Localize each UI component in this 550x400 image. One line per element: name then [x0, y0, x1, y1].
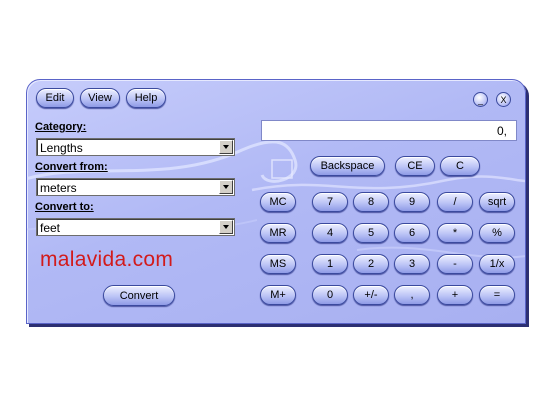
multiply-label: * — [452, 227, 458, 239]
memory-recall-button[interactable]: MR — [260, 223, 296, 243]
memory-add-button[interactable]: M+ — [260, 285, 296, 305]
minus-label: - — [453, 258, 457, 270]
display-value: 0, — [496, 124, 507, 138]
result-display: 0, — [261, 120, 517, 141]
convert-from-dropdown-arrow[interactable] — [219, 180, 233, 194]
key-2-label: 2 — [367, 258, 375, 270]
memory-recall-label: MR — [269, 227, 287, 239]
close-icon: X — [500, 94, 507, 105]
key-8-label: 8 — [367, 196, 375, 208]
key-9-label: 9 — [408, 196, 416, 208]
decimal-label: , — [410, 289, 414, 301]
plus-label: + — [451, 289, 459, 301]
decimal-button[interactable]: , — [394, 285, 430, 305]
plus-button[interactable]: + — [437, 285, 473, 305]
category-label: Category: — [35, 121, 87, 133]
multiply-button[interactable]: * — [437, 223, 473, 243]
chevron-down-icon — [223, 145, 229, 149]
convert-to-value: feet — [40, 221, 61, 235]
key-6-button[interactable]: 6 — [394, 223, 430, 243]
key-6-label: 6 — [408, 227, 416, 239]
key-0-label: 0 — [326, 289, 334, 301]
memory-clear-button[interactable]: MC — [260, 192, 296, 212]
category-dropdown-arrow[interactable] — [219, 140, 233, 154]
reciprocal-label: 1/x — [489, 258, 505, 270]
convert-from-value: meters — [40, 181, 77, 195]
help-menu-button[interactable]: Help — [126, 88, 166, 108]
reciprocal-button[interactable]: 1/x — [479, 254, 515, 274]
divide-button[interactable]: / — [437, 192, 473, 212]
equals-label: = — [493, 289, 501, 301]
key-0-button[interactable]: 0 — [312, 285, 348, 305]
memory-store-label: MS — [269, 258, 287, 270]
percent-label: % — [492, 227, 502, 239]
minimize-icon: _ — [477, 94, 483, 105]
chevron-down-icon — [223, 185, 229, 189]
key-5-label: 5 — [367, 227, 375, 239]
divide-label: / — [453, 196, 457, 208]
view-menu-label: View — [88, 92, 112, 104]
help-menu-label: Help — [134, 92, 158, 104]
key-1-button[interactable]: 1 — [312, 254, 348, 274]
equals-button[interactable]: = — [479, 285, 515, 305]
convert-to-select[interactable]: feet — [36, 218, 235, 236]
watermark-text: malavida.com — [40, 248, 174, 271]
convert-from-select[interactable]: meters — [36, 178, 235, 196]
convert-to-label: Convert to: — [35, 201, 94, 213]
chevron-down-icon — [223, 225, 229, 229]
key-3-button[interactable]: 3 — [394, 254, 430, 274]
key-8-button[interactable]: 8 — [353, 192, 389, 212]
convert-to-dropdown-arrow[interactable] — [219, 220, 233, 234]
backspace-label: Backspace — [320, 160, 375, 172]
clear-entry-label: CE — [407, 160, 423, 172]
plus-minus-button[interactable]: +/- — [353, 285, 389, 305]
key-3-label: 3 — [408, 258, 416, 270]
key-7-button[interactable]: 7 — [312, 192, 348, 212]
minimize-button[interactable]: _ — [473, 92, 488, 107]
category-select[interactable]: Lengths — [36, 138, 235, 156]
key-4-button[interactable]: 4 — [312, 223, 348, 243]
edit-menu-label: Edit — [45, 92, 65, 104]
key-4-label: 4 — [326, 227, 334, 239]
convert-from-label: Convert from: — [35, 161, 108, 173]
view-menu-button[interactable]: View — [80, 88, 120, 108]
clear-entry-button[interactable]: CE — [395, 156, 435, 176]
minus-button[interactable]: - — [437, 254, 473, 274]
backspace-button[interactable]: Backspace — [310, 156, 385, 176]
sqrt-label: sqrt — [487, 196, 507, 208]
key-9-button[interactable]: 9 — [394, 192, 430, 212]
memory-store-button[interactable]: MS — [260, 254, 296, 274]
key-1-label: 1 — [326, 258, 334, 270]
memory-add-label: M+ — [270, 289, 286, 301]
percent-button[interactable]: % — [479, 223, 515, 243]
memory-clear-label: MC — [269, 196, 287, 208]
key-7-label: 7 — [326, 196, 334, 208]
convert-button-label: Convert — [119, 289, 159, 302]
key-2-button[interactable]: 2 — [353, 254, 389, 274]
close-button[interactable]: X — [496, 92, 511, 107]
convert-button[interactable]: Convert — [103, 285, 175, 306]
sqrt-button[interactable]: sqrt — [479, 192, 515, 212]
key-5-button[interactable]: 5 — [353, 223, 389, 243]
clear-button[interactable]: C — [440, 156, 480, 176]
calculator-window: Edit View Help _ X Category: Lengths Con… — [26, 79, 526, 324]
category-value: Lengths — [40, 141, 83, 155]
clear-label: C — [456, 160, 464, 172]
plus-minus-label: +/- — [364, 289, 378, 301]
edit-menu-button[interactable]: Edit — [36, 88, 74, 108]
